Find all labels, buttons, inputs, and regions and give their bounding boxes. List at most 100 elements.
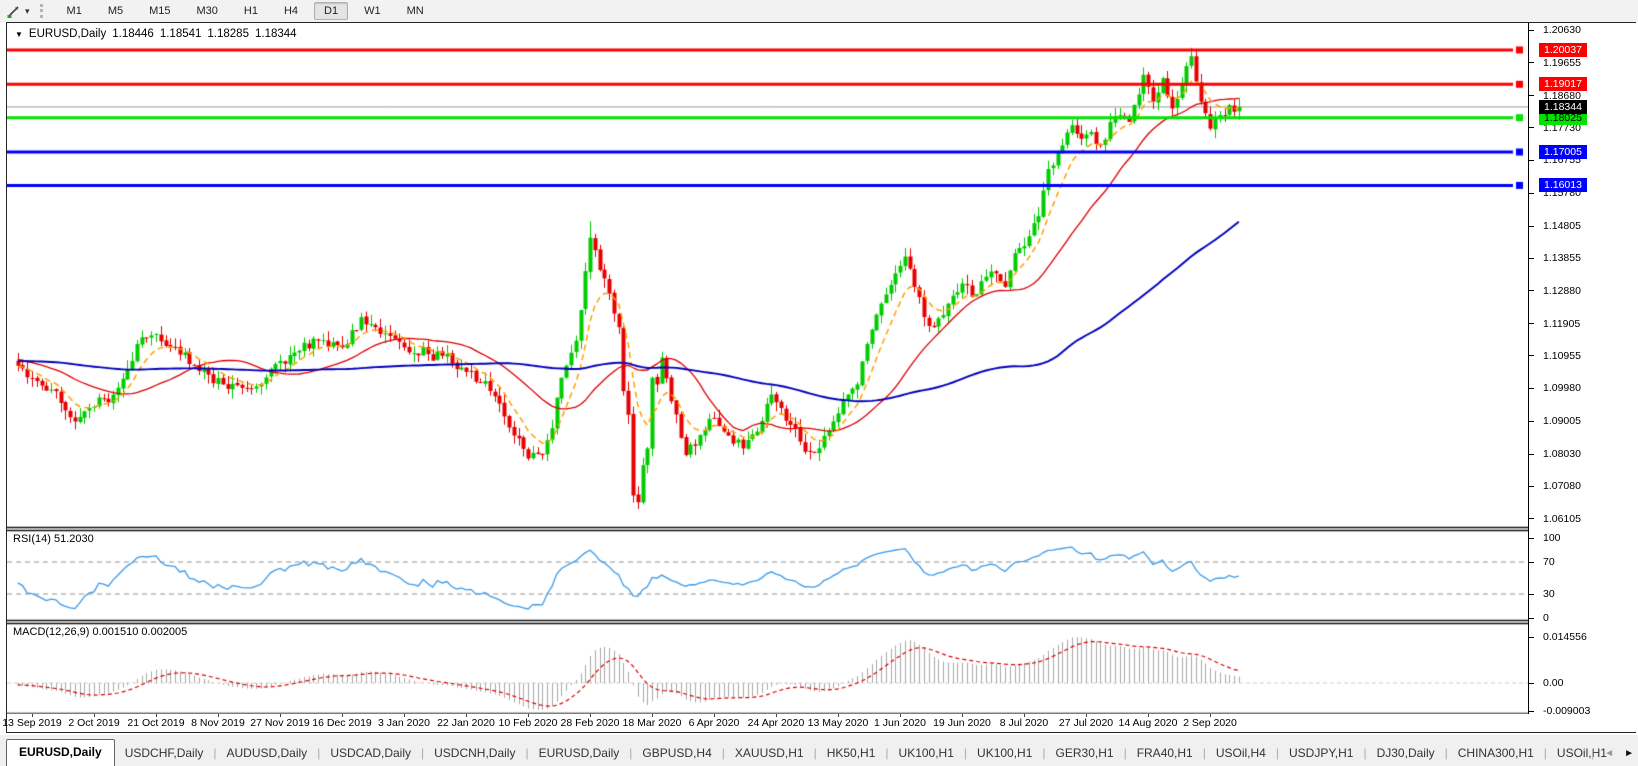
rsi-axis-tick: 70 <box>1543 556 1555 568</box>
tab-dj30-daily-15[interactable]: DJ30,Daily <box>1367 742 1445 766</box>
tab-usdcnh-daily-4[interactable]: USDCNH,Daily <box>424 742 525 766</box>
tab-eurusd-daily-5[interactable]: EURUSD,Daily <box>529 742 630 766</box>
date-axis-label: 21 Oct 2019 <box>127 717 184 729</box>
axis-tick-mark <box>1529 290 1534 291</box>
rsi-axis-tick: 30 <box>1543 588 1555 600</box>
chart-title: ▼ EURUSD,Daily 1.18446 1.18541 1.18285 1… <box>15 28 297 40</box>
axis-tick-mark <box>1529 323 1534 324</box>
price-axis-tick: 1.06105 <box>1543 513 1581 525</box>
macd-indicator-label: MACD(12,26,9) 0.001510 0.002005 <box>13 626 187 638</box>
tab-fra40-h1-12[interactable]: FRA40,H1 <box>1127 742 1203 766</box>
tab-eurusd-daily-0[interactable]: EURUSD,Daily <box>6 739 115 766</box>
macd-axis-tick: 0.014556 <box>1543 631 1587 643</box>
price-axis-tick: 1.12880 <box>1543 285 1581 297</box>
price-axis-tick: 1.14805 <box>1543 220 1581 232</box>
current-price-badge: 1.18344 <box>1539 100 1587 114</box>
date-axis-label: 10 Feb 2020 <box>499 717 558 729</box>
date-axis-label: 6 Apr 2020 <box>689 717 740 729</box>
date-axis-label: 19 Jun 2020 <box>933 717 991 729</box>
axis-tick-mark <box>1529 62 1534 63</box>
axis-tick-mark <box>1529 226 1534 227</box>
timeframe-button-h1[interactable]: H1 <box>234 2 268 20</box>
timeframe-button-mn[interactable]: MN <box>397 2 434 20</box>
price-axis-tick: 1.13855 <box>1543 252 1581 264</box>
axis-tick-mark <box>1529 454 1534 455</box>
tab-gbpusd-h4-6[interactable]: GBPUSD,H4 <box>632 742 721 766</box>
date-axis-label: 27 Jul 2020 <box>1059 717 1113 729</box>
price-axis-tick: 1.10955 <box>1543 350 1581 362</box>
timeframe-button-d1[interactable]: D1 <box>314 2 348 20</box>
axis-tick-mark <box>1529 518 1534 519</box>
hline-price-badge: 1.16013 <box>1539 178 1587 192</box>
toolbar-grip-handle[interactable] <box>40 4 46 18</box>
hline-price-badge: 1.17005 <box>1539 145 1587 159</box>
axis-tick-mark <box>1529 618 1534 619</box>
tab-usdchf-daily-1[interactable]: USDCHF,Daily <box>115 742 214 766</box>
axis-tick-mark <box>1529 562 1534 563</box>
timeframe-button-m30[interactable]: M30 <box>187 2 228 20</box>
axis-tick-mark <box>1529 388 1534 389</box>
axis-tick-mark <box>1529 594 1534 595</box>
tab-usoil-h4-13[interactable]: USOil,H4 <box>1206 742 1276 766</box>
symbol-dropdown-icon[interactable]: ▼ <box>15 30 23 39</box>
date-axis-label: 27 Nov 2019 <box>250 717 310 729</box>
tab-uk100-h1-10[interactable]: UK100,H1 <box>967 742 1042 766</box>
date-axis-label: 13 Sep 2019 <box>2 717 62 729</box>
ohlc-high: 1.18541 <box>160 28 202 40</box>
tab-scroll-right-icon[interactable]: ► <box>1624 748 1634 759</box>
price-axis-tick: 1.19655 <box>1543 57 1581 69</box>
crosshair-tool-icon[interactable] <box>3 3 23 19</box>
axis-tick-mark <box>1529 637 1534 638</box>
tab-usdjpy-h1-14[interactable]: USDJPY,H1 <box>1279 742 1363 766</box>
date-axis-label: 8 Nov 2019 <box>191 717 245 729</box>
timeframe-button-m1[interactable]: M1 <box>57 2 92 20</box>
date-axis-label: 28 Feb 2020 <box>561 717 620 729</box>
tab-audusd-daily-2[interactable]: AUDUSD,Daily <box>217 742 318 766</box>
axis-tick-mark <box>1529 193 1534 194</box>
date-axis-label: 14 Aug 2020 <box>1119 717 1178 729</box>
timeframe-button-h4[interactable]: H4 <box>274 2 308 20</box>
date-axis-label: 13 May 2020 <box>808 717 869 729</box>
price-axis-tick: 1.09005 <box>1543 415 1581 427</box>
tab-hk50-h1-8[interactable]: HK50,H1 <box>817 742 886 766</box>
tab-scroll-left-icon[interactable]: ◄ <box>1604 748 1614 759</box>
tool-dropdown-caret-icon[interactable]: ▾ <box>25 6 30 17</box>
date-axis-label: 18 Mar 2020 <box>623 717 682 729</box>
timeframe-button-m15[interactable]: M15 <box>139 2 180 20</box>
price-axis-tick: 1.08030 <box>1543 448 1581 460</box>
date-axis-label: 8 Jul 2020 <box>1000 717 1048 729</box>
timeframe-button-w1[interactable]: W1 <box>354 2 391 20</box>
tab-xauusd-h1-7[interactable]: XAUUSD,H1 <box>725 742 814 766</box>
axis-tick-mark <box>1529 355 1534 356</box>
date-axis-label: 2 Oct 2019 <box>68 717 119 729</box>
rsi-indicator-label: RSI(14) 51.2030 <box>13 533 94 545</box>
axis-tick-mark <box>1529 127 1534 128</box>
price-chart-canvas[interactable] <box>7 23 1528 714</box>
axis-tick-mark <box>1529 538 1534 539</box>
chart-tab-bar: EURUSD,DailyUSDCHF,Daily|AUDUSD,Daily|US… <box>0 734 1638 766</box>
ohlc-open: 1.18446 <box>112 28 154 40</box>
timeframe-button-m5[interactable]: M5 <box>98 2 133 20</box>
price-axis-tick: 1.20630 <box>1543 24 1581 36</box>
axis-tick-mark <box>1529 421 1534 422</box>
timeframe-buttons: M1 M5 M15 M30 H1 H4 D1 W1 MN <box>54 2 437 20</box>
ohlc-low: 1.18285 <box>207 28 249 40</box>
ohlc-close: 1.18344 <box>255 28 297 40</box>
date-axis: 13 Sep 20192 Oct 201921 Oct 20198 Nov 20… <box>7 714 1636 732</box>
date-axis-label: 22 Jan 2020 <box>437 717 495 729</box>
axis-tick-mark <box>1529 30 1534 31</box>
price-axis-tick: 1.09980 <box>1543 382 1581 394</box>
tab-china300-h1-16[interactable]: CHINA300,H1 <box>1448 742 1544 766</box>
tab-usdcad-daily-3[interactable]: USDCAD,Daily <box>320 742 421 766</box>
axis-tick-mark <box>1529 160 1534 161</box>
axis-tick-mark <box>1529 711 1534 712</box>
timeframe-toolbar: ▾ M1 M5 M15 M30 H1 H4 D1 W1 MN <box>0 0 1638 22</box>
mt4-terminal: ▾ M1 M5 M15 M30 H1 H4 D1 W1 MN ▼ EURUSD,Daily 1.… <box>0 0 1638 766</box>
axis-tick-mark <box>1529 258 1534 259</box>
tab-ger30-h1-11[interactable]: GER30,H1 <box>1046 742 1124 766</box>
price-axis: 1.206301.196551.186801.177301.167551.157… <box>1528 23 1637 714</box>
rsi-axis-tick: 0 <box>1543 612 1549 624</box>
chart-symbol-label: EURUSD,Daily <box>29 28 106 40</box>
tab-uk100-h1-9[interactable]: UK100,H1 <box>889 742 964 766</box>
date-axis-label: 1 Jun 2020 <box>874 717 926 729</box>
